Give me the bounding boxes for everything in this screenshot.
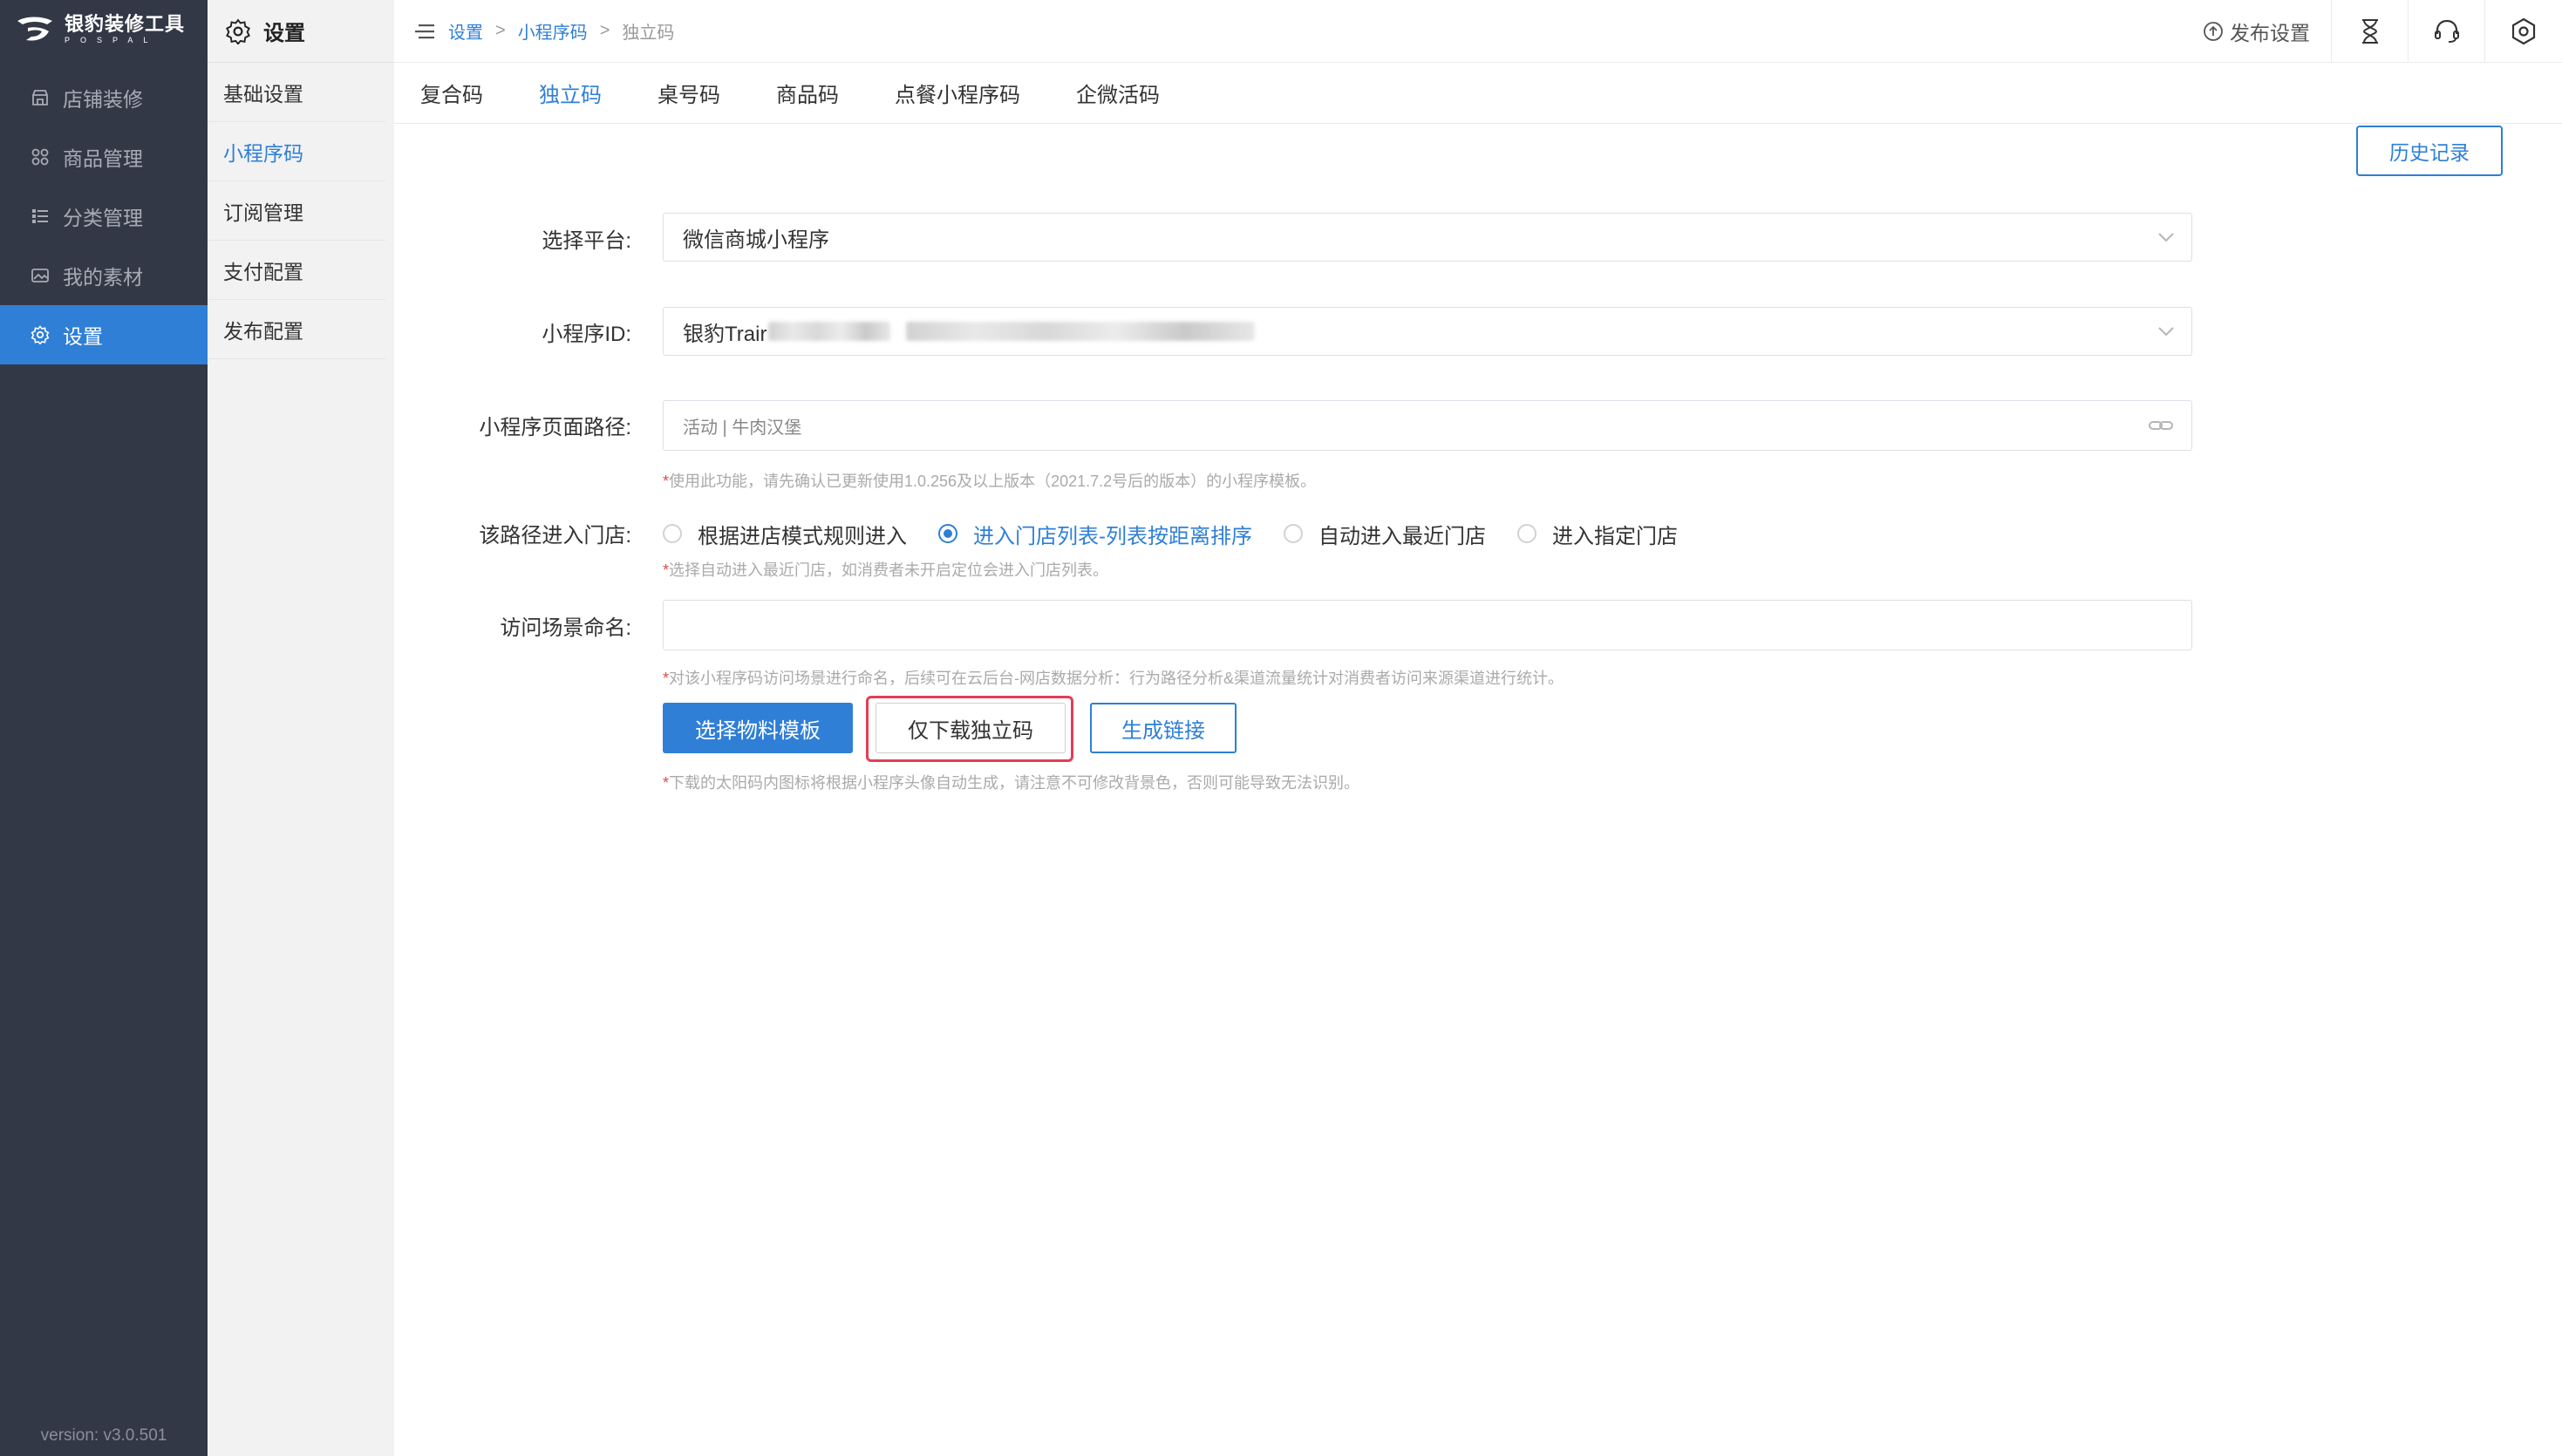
radio-store-list-by-distance[interactable]: 进入门店列表-列表按距离排序: [938, 519, 1252, 549]
code-type-tabs: 复合码 独立码 桌号码 商品码 点餐小程序码 企微活码: [394, 63, 2562, 124]
nav-item-label: 店铺装修: [63, 88, 143, 111]
menu-icon[interactable]: [415, 23, 438, 40]
publish-settings-button[interactable]: 发布设置: [2181, 0, 2332, 63]
topbar: 设置 > 小程序码 > 独立码 发布设置: [394, 0, 2562, 63]
logo-subtext: POSPAL: [65, 36, 159, 44]
page-path-hint: *使用此功能，请先确认已更新使用1.0.256及以上版本（2021.7.2号后的…: [663, 473, 1317, 490]
store-entry-hint: *选择自动进入最近门店，如消费者未开启定位会进入门店列表。: [663, 561, 1109, 579]
page-path-label: 小程序页面路径:: [479, 416, 631, 439]
breadcrumb-settings[interactable]: 设置: [448, 18, 483, 44]
radio-circle: [938, 524, 957, 543]
nav-item-categories[interactable]: 分类管理: [0, 187, 208, 246]
store-entry-label: 该路径进入门店:: [479, 524, 631, 548]
tab-standalone-code[interactable]: 独立码: [539, 63, 602, 124]
subnav-item-miniapp-code[interactable]: 小程序码: [208, 122, 385, 181]
image-icon: [30, 265, 51, 286]
scene-name-input[interactable]: [663, 600, 2192, 650]
publish-settings-label: 发布设置: [2230, 22, 2310, 44]
gear-icon: [30, 324, 51, 345]
hourglass-button[interactable]: [2332, 0, 2409, 63]
logo-text: 银豹装修工具: [65, 13, 186, 35]
storefront-icon: [30, 87, 51, 108]
breadcrumb-miniapp-code[interactable]: 小程序码: [518, 18, 588, 44]
grid-icon: [30, 146, 51, 167]
breadcrumb-separator: >: [599, 21, 610, 40]
tab-composite-code[interactable]: 复合码: [420, 63, 483, 124]
subnav-item-publish[interactable]: 发布配置: [208, 300, 385, 359]
gear-icon: [225, 18, 251, 44]
radio-nearest-store[interactable]: 自动进入最近门店: [1284, 519, 1486, 549]
headset-icon: [2434, 19, 2459, 43]
redacted-appid: [906, 322, 1256, 341]
link-icon[interactable]: [2148, 417, 2174, 434]
tab-wecom-live-code[interactable]: 企微活码: [1076, 63, 1160, 124]
redacted-appid: [768, 322, 891, 341]
download-standalone-code-button[interactable]: 仅下载独立码: [876, 703, 1066, 753]
select-material-template-button[interactable]: 选择物料模板: [663, 703, 853, 753]
platform-value: 微信商城小程序: [683, 228, 829, 252]
subnav-item-basic[interactable]: 基础设置: [208, 63, 385, 122]
nav-item-materials[interactable]: 我的素材: [0, 246, 208, 305]
subnav-item-subscription[interactable]: 订阅管理: [208, 181, 385, 241]
settings-subnav: 设置 基础设置 小程序码 订阅管理 支付配置 发布配置: [208, 0, 394, 1456]
tab-ordering-miniapp-code[interactable]: 点餐小程序码: [895, 63, 1020, 124]
radio-circle: [1517, 524, 1537, 543]
radio-entry-by-rule[interactable]: 根据进店模式规则进入: [663, 519, 907, 549]
page-path-value: 活动 | 牛肉汉堡: [683, 418, 802, 438]
breadcrumb: 设置 > 小程序码 > 独立码: [394, 18, 674, 44]
breadcrumb-separator: >: [495, 21, 506, 40]
appid-value: 银豹Trair: [683, 322, 767, 346]
download-hint: *下载的太阳码内图标将根据小程序头像自动生成，请注意不可修改背景色，否则可能导致…: [663, 774, 1360, 792]
appid-select[interactable]: 银豹Trair: [663, 307, 2192, 356]
scene-name-hint: *对该小程序码访问场景进行命名，后续可在云后台-网店数据分析：行为路径分析&渠道…: [663, 670, 1564, 687]
nav-item-label: 商品管理: [63, 147, 143, 170]
support-button[interactable]: [2409, 0, 2485, 63]
platform-select[interactable]: 微信商城小程序: [663, 213, 2192, 262]
pospal-logo-icon: [17, 17, 52, 41]
version-text: version: v3.0.501: [40, 1426, 167, 1445]
topbar-actions: 发布设置: [2181, 0, 2562, 63]
list-icon: [30, 206, 51, 227]
store-entry-radio-group: 根据进店模式规则进入 进入门店列表-列表按距离排序 自动进入最近门店 进入指定门…: [663, 518, 1709, 549]
subnav-header: 设置: [208, 0, 394, 63]
app-logo[interactable]: 银豹装修工具 POSPAL: [16, 12, 190, 47]
chevron-down-icon: [2158, 233, 2174, 242]
tab-table-code[interactable]: 桌号码: [658, 63, 720, 124]
nav-item-label: 分类管理: [63, 207, 143, 229]
platform-label: 选择平台:: [542, 229, 631, 253]
scene-name-label: 访问场景命名:: [500, 616, 631, 640]
chevron-down-icon: [2158, 327, 2174, 337]
nav-item-settings[interactable]: 设置: [0, 305, 208, 364]
tab-product-code[interactable]: 商品码: [776, 63, 839, 124]
radio-circle: [663, 524, 682, 543]
breadcrumb-current: 独立码: [622, 24, 675, 43]
radio-specific-store[interactable]: 进入指定门店: [1517, 519, 1678, 549]
generate-link-button[interactable]: 生成链接: [1090, 703, 1237, 753]
main-nav: 银豹装修工具 POSPAL 店铺装修 商品管理 分类管理 我的素材 设置 ver…: [0, 0, 208, 1456]
nav-item-products[interactable]: 商品管理: [0, 127, 208, 187]
appid-label: 小程序ID:: [542, 323, 631, 346]
radio-circle: [1284, 524, 1303, 543]
page-path-input[interactable]: 活动 | 牛肉汉堡: [663, 400, 2192, 451]
hourglass-icon: [2361, 19, 2378, 44]
upload-icon: [2202, 20, 2225, 43]
subnav-title: 设置: [263, 22, 305, 45]
system-settings-button[interactable]: [2485, 0, 2562, 63]
history-button[interactable]: 历史记录: [2356, 126, 2503, 176]
hexagon-settings-icon: [2511, 17, 2536, 45]
nav-item-label: 我的素材: [63, 266, 143, 289]
nav-item-store-decor[interactable]: 店铺装修: [0, 68, 208, 127]
nav-item-label: 设置: [63, 325, 103, 348]
subnav-item-payment[interactable]: 支付配置: [208, 241, 385, 300]
